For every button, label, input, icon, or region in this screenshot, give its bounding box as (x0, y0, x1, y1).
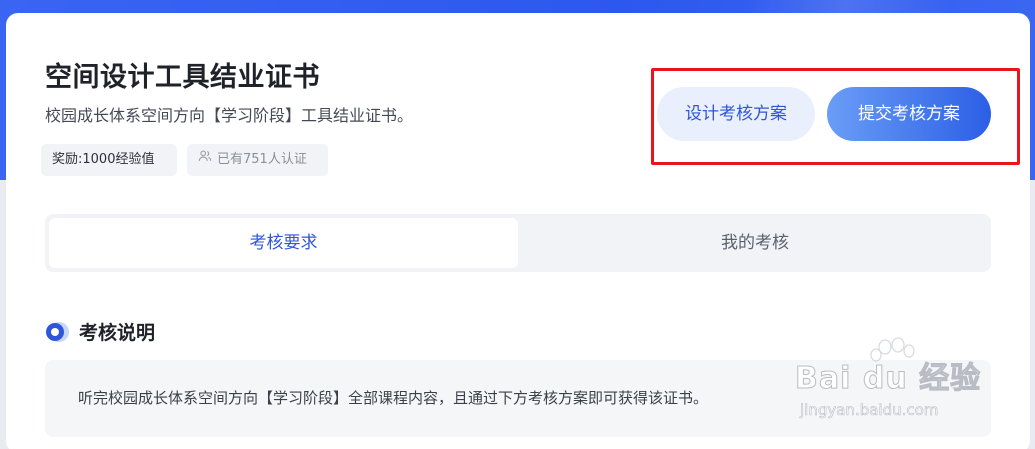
tab-my-assessment[interactable]: 我的考核 (522, 218, 988, 268)
section-header: 考核说明 (45, 318, 155, 345)
certified-count-label: 已有751人认证 (217, 152, 307, 167)
reward-tag-label: 奖励:1000经验值 (52, 152, 155, 167)
watermark-brand: Bai du 经验 (794, 361, 982, 397)
certificate-subtitle: 校园成长体系空间方向【学习阶段】工具结业证书。 (45, 106, 414, 125)
section-bullet-icon (45, 320, 69, 344)
reward-tag: 奖励:1000经验值 (41, 144, 177, 176)
tab-bar: 考核要求 我的考核 (45, 214, 991, 272)
submit-plan-button[interactable]: 提交考核方案 (827, 87, 991, 141)
section-title: 考核说明 (79, 322, 156, 344)
users-icon (198, 144, 212, 176)
description-text: 听完校园成长体系空间方向【学习阶段】全部课程内容，且通过下方考核方案即可获得该证… (78, 389, 709, 407)
tab-requirements[interactable]: 考核要求 (49, 218, 518, 268)
design-plan-button[interactable]: 设计考核方案 (657, 87, 815, 141)
watermark-url: jingyan.baidu.com (800, 401, 939, 420)
certificate-title: 空间设计工具结业证书 (45, 62, 320, 93)
certified-count-tag: 已有751人认证 (187, 144, 328, 176)
